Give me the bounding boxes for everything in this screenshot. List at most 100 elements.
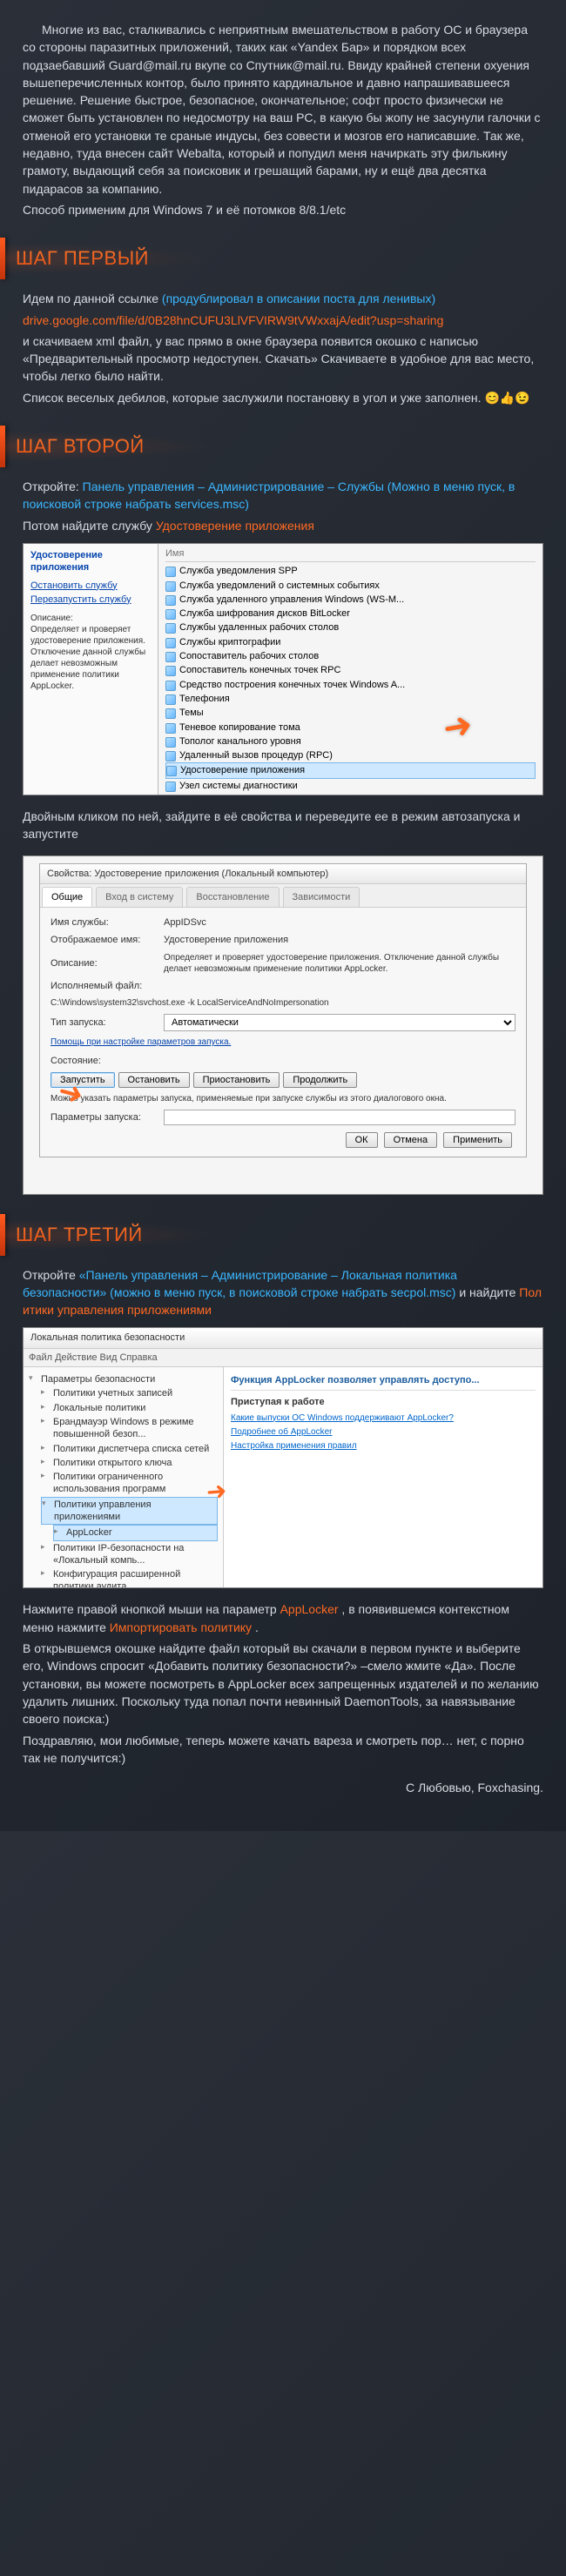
step2-intro: Откройте: Панель управления – Администри… bbox=[23, 478, 543, 534]
step2-bar bbox=[0, 426, 5, 467]
intro-paragraph: Многие из вас, сталкивались с неприятным… bbox=[23, 21, 543, 198]
services-list: Имя Служба уведомления SPP Служба уведом… bbox=[158, 544, 542, 795]
params-label: Параметры запуска: bbox=[51, 1111, 164, 1124]
step1-header: ШАГ ПЕРВЫЙ bbox=[0, 238, 543, 279]
services-screenshot: Удостоверение приложения Остановить служ… bbox=[23, 543, 543, 795]
secpol-info-link[interactable]: Подробнее об AppLocker bbox=[231, 1426, 536, 1438]
tab-recovery[interactable]: Восстановление bbox=[186, 887, 279, 907]
step3-path-blue: «Панель управления – Администрирование –… bbox=[23, 1268, 457, 1299]
service-row[interactable]: Темы bbox=[165, 706, 536, 720]
tree-item[interactable]: Брандмауэр Windows в режиме повышенной б… bbox=[41, 1415, 218, 1442]
service-row[interactable]: Службы удаленных рабочих столов bbox=[165, 621, 536, 634]
tab-deps[interactable]: Зависимости bbox=[283, 887, 360, 907]
service-row[interactable]: Удаленный вызов процедур (RPC) bbox=[165, 748, 536, 762]
service-row[interactable]: Служба уведомления SPP bbox=[165, 564, 536, 578]
secpol-title: Локальная политика безопасности bbox=[24, 1328, 542, 1348]
apply-button[interactable]: Применить bbox=[443, 1132, 512, 1148]
step3-after2: В открывшемся окошке найдите файл которы… bbox=[23, 1640, 543, 1727]
step2-service-name-orange: Удостоверение приложения bbox=[156, 519, 314, 533]
service-row[interactable]: Службы криптографии bbox=[165, 635, 536, 649]
step2-open-label: Откройте: bbox=[23, 480, 83, 493]
startup-type-select[interactable]: Автоматически bbox=[164, 1014, 515, 1031]
step3-intro: Откройте «Панель управления – Администри… bbox=[23, 1266, 543, 1319]
service-row[interactable]: Сопоставитель конечных точек RPC bbox=[165, 663, 536, 677]
tree-item[interactable]: Локальные политики bbox=[41, 1401, 218, 1415]
service-row[interactable]: Узел системы диагностики bbox=[165, 779, 536, 793]
exe-label: Исполняемый файл: bbox=[51, 980, 164, 992]
secpol-panel-sub: Приступая к работе bbox=[231, 1396, 536, 1408]
service-row[interactable]: Служба уведомлений о системных событиях bbox=[165, 579, 536, 593]
step2-path-blue: Панель управления – Администрирование – … bbox=[23, 480, 515, 511]
tree-item[interactable]: Политики диспетчера списка сетей bbox=[41, 1442, 218, 1456]
signature: С Любовью, Foxchasing. bbox=[23, 1779, 543, 1796]
status-label: Состояние: bbox=[51, 1055, 164, 1067]
params-input[interactable] bbox=[164, 1110, 515, 1125]
step3-and-find: и найдите bbox=[459, 1285, 519, 1299]
intro-line2: Способ применим для Windows 7 и её потом… bbox=[23, 201, 543, 218]
tree-item-applocker[interactable]: AppLocker bbox=[53, 1525, 218, 1540]
services-stop-link[interactable]: Остановить службу bbox=[30, 580, 151, 592]
step1-text2: и скачиваем xml файл, у вас прямо в окне… bbox=[23, 332, 543, 386]
service-row[interactable]: Служба удаленного управления Windows (WS… bbox=[165, 593, 536, 607]
services-desc-label: Описание: bbox=[30, 613, 151, 624]
pause-button[interactable]: Приостановить bbox=[193, 1072, 280, 1088]
secpol-menu[interactable]: Файл Действие Вид Справка bbox=[24, 1349, 542, 1367]
tree-item[interactable]: Конфигурация расширенной политики аудита bbox=[41, 1567, 218, 1588]
secpol-panel-head: Функция AppLocker позволяет управлять до… bbox=[231, 1374, 536, 1391]
service-row[interactable]: Узел универсальных PNP-устройств bbox=[165, 793, 536, 795]
stop-button[interactable]: Остановить bbox=[118, 1072, 190, 1088]
tab-logon[interactable]: Вход в систему bbox=[96, 887, 183, 907]
tree-item[interactable]: Политики ограниченного использования про… bbox=[41, 1470, 218, 1497]
startup-type-label: Тип запуска: bbox=[51, 1016, 164, 1029]
service-name-label: Имя службы: bbox=[51, 916, 164, 929]
service-name-value: AppIDSvc bbox=[164, 916, 515, 929]
services-sidebar-title: Удостоверение приложения bbox=[30, 549, 151, 574]
intro-block: Многие из вас, сталкивались с неприятным… bbox=[23, 21, 543, 218]
arrow-annotation-icon: ➜ bbox=[205, 1475, 228, 1508]
step1-bar bbox=[0, 238, 5, 279]
description-value: Определяет и проверяет удостоверение при… bbox=[164, 952, 515, 975]
display-name-label: Отображаемое имя: bbox=[51, 934, 164, 946]
step2-title: ШАГ ВТОРОЙ bbox=[16, 433, 145, 460]
services-restart-link[interactable]: Перезапустить службу bbox=[30, 594, 151, 606]
tree-item[interactable]: Политики открытого ключа bbox=[41, 1456, 218, 1470]
cancel-button[interactable]: Отмена bbox=[384, 1132, 437, 1148]
description-label: Описание: bbox=[51, 957, 164, 969]
startup-help-link[interactable]: Помощь при настройке параметров запуска. bbox=[51, 1037, 231, 1047]
secpol-info-link[interactable]: Настройка применения правил bbox=[231, 1440, 536, 1452]
service-row[interactable]: Тополог канального уровня bbox=[165, 735, 536, 748]
service-row[interactable]: Сопоставитель рабочих столов bbox=[165, 649, 536, 663]
step3-rclick-text3: . bbox=[255, 1620, 259, 1634]
step1-drive-link[interactable]: drive.google.com/file/d/0B28hnCUFU3LlVFV… bbox=[23, 313, 443, 327]
step3-open-label: Откройте bbox=[23, 1268, 79, 1282]
properties-window: Свойства: Удостоверение приложения (Лока… bbox=[39, 863, 527, 1158]
service-row[interactable]: Средство построения конечных точек Windo… bbox=[165, 678, 536, 692]
ok-button[interactable]: ОК bbox=[346, 1132, 378, 1148]
service-row[interactable]: Телефония bbox=[165, 692, 536, 706]
step1-hint-blue: (продублировал в описании поста для лени… bbox=[162, 292, 435, 305]
step3-after: Нажмите правой кнопкой мыши на параметр … bbox=[23, 1600, 543, 1796]
tree-item[interactable]: Политики IP-безопасности на «Локальный к… bbox=[41, 1541, 218, 1568]
step1-text1: Идем по данной ссылке bbox=[23, 292, 158, 305]
services-desc-text: Определяет и проверяет удостоверение при… bbox=[30, 624, 151, 692]
tab-general[interactable]: Общие bbox=[42, 887, 92, 907]
exe-value: C:\Windows\system32\svchost.exe -k Local… bbox=[51, 997, 515, 1009]
properties-tabs: Общие Вход в систему Восстановление Зави… bbox=[40, 884, 526, 908]
service-row[interactable]: Теневое копирование тома bbox=[165, 721, 536, 735]
service-row-highlight[interactable]: Удостоверение приложения bbox=[165, 762, 536, 778]
tree-root[interactable]: Параметры безопасности bbox=[29, 1372, 218, 1386]
step1-body: Идем по данной ссылке (продублировал в о… bbox=[23, 290, 543, 406]
service-properties-screenshot: Свойства: Удостоверение приложения (Лока… bbox=[23, 855, 543, 1195]
step2-after1: Двойным кликом по ней, зайдите в её свой… bbox=[23, 808, 543, 843]
tree-item[interactable]: Политики учетных записей bbox=[41, 1386, 218, 1400]
secpol-info-link[interactable]: Какие выпуски ОС Windows поддерживают Ap… bbox=[231, 1412, 536, 1424]
step2-find-label: Потом найдите службу bbox=[23, 519, 156, 533]
step3-rclick-text1: Нажмите правой кнопкой мыши на параметр bbox=[23, 1602, 280, 1616]
step2-header: ШАГ ВТОРОЙ bbox=[0, 426, 543, 467]
resume-button[interactable]: Продолжить bbox=[283, 1072, 357, 1088]
properties-title: Свойства: Удостоверение приложения (Лока… bbox=[40, 864, 526, 884]
service-row[interactable]: Служба шифрования дисков BitLocker bbox=[165, 607, 536, 621]
display-name-value: Удостоверение приложения bbox=[164, 934, 515, 946]
params-note: Можно указать параметры запуска, применя… bbox=[51, 1093, 515, 1104]
tree-item-app-policies[interactable]: Политики управления приложениями bbox=[41, 1497, 218, 1526]
